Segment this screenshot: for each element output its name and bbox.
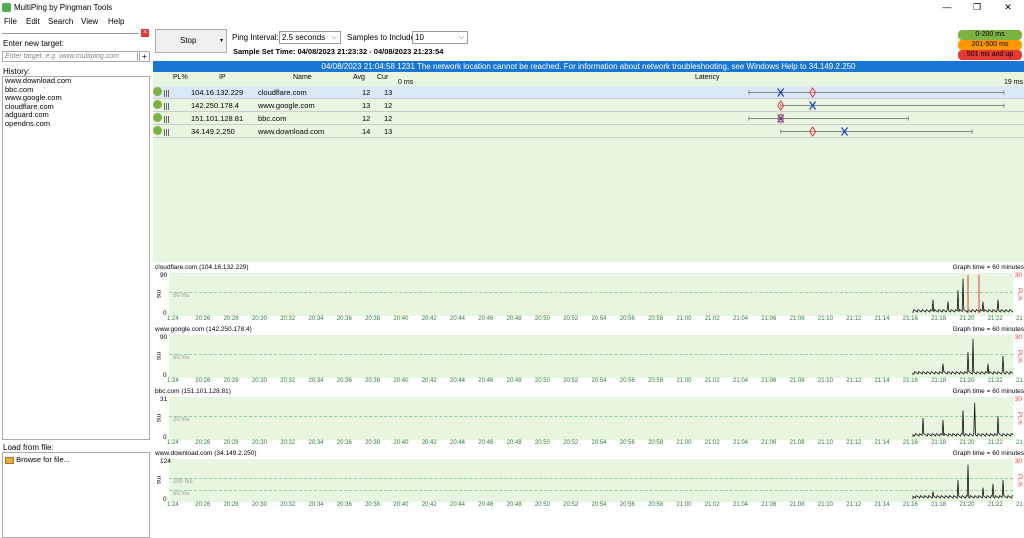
samples-value: 10 [415, 33, 424, 42]
col-latency[interactable]: Latency [695, 74, 720, 81]
table-row[interactable]: 142.250.178.4 www.google.com 13 12 [153, 99, 1024, 112]
window-title: MultiPing by Pingman Tools [14, 3, 113, 12]
samples-select[interactable]: 10 ⌵ [412, 31, 468, 44]
latency-bar [748, 87, 1005, 98]
legend-red: 501 ms and up [958, 50, 1022, 60]
graph-trace [912, 275, 1014, 313]
latency-trace [912, 464, 1014, 499]
close-pane-button[interactable]: × [141, 29, 149, 37]
col-pl[interactable]: PL% [173, 74, 188, 81]
table-row[interactable]: 34.149.2.250 www.download.com 14 13 [153, 125, 1024, 138]
col-ip[interactable]: IP [219, 74, 226, 81]
chevron-down-icon: ⌵ [331, 34, 337, 41]
ping-interval-value: 2.5 seconds [282, 33, 326, 42]
enter-target-label: Enter new target: [3, 39, 64, 48]
legend-red-label: 501 ms and up [966, 51, 1014, 58]
browse-file-item[interactable]: Browse for file... [5, 455, 70, 464]
toolbar: Stop ▾ Ping Interval: 2.5 seconds ⌵ Samp… [153, 28, 1024, 60]
col-name[interactable]: Name [293, 74, 312, 81]
menu-file[interactable]: File [4, 17, 17, 26]
table-header: PL% IP Name Avg Cur Latency 0 ms 19 ms [153, 72, 1024, 86]
latency-max: 19 ms [1004, 79, 1024, 86]
latency-trace [912, 338, 1014, 375]
left-pane: × Enter new target: Enter target, e.g. w… [0, 28, 150, 538]
ping-table: PL% IP Name Avg Cur Latency 0 ms 19 ms 1… [153, 72, 1024, 262]
minimize-button[interactable]: — [940, 2, 954, 12]
graphs-area: cloudflare.com (104.16.132.229) Graph tim… [153, 262, 1024, 512]
table-row[interactable]: 151.101.128.81 bbc.com 12 12 [153, 112, 1024, 125]
menu-view[interactable]: View [81, 17, 98, 26]
latency-min: 0 ms [398, 79, 414, 86]
graph-trace [912, 464, 1014, 499]
add-target-button[interactable]: + [139, 51, 150, 62]
load-file-label: Load from file: [3, 443, 54, 452]
legend-orange-label: 201-500 ms [971, 41, 1009, 48]
chevron-down-icon: ⌵ [458, 34, 464, 41]
menu-bar: File Edit Search View Help [0, 15, 1024, 28]
status-banner: 04/08/2023 21:04:58 1231 The network loc… [153, 61, 1024, 72]
latency-bar [748, 113, 909, 124]
app-icon [2, 3, 11, 12]
history-label: History: [3, 67, 31, 76]
graph-trace [912, 402, 1014, 437]
latency-trace [912, 402, 1014, 437]
samples-label: Samples to Include: [347, 33, 418, 42]
browse-file-label: Browse for file... [16, 455, 70, 464]
history-list[interactable]: www.download.com bbc.com www.google.com … [2, 76, 150, 440]
close-button[interactable]: ✕ [1001, 2, 1015, 13]
graph-trace [912, 338, 1014, 375]
menu-help[interactable]: Help [108, 17, 124, 26]
target-input[interactable]: Enter target, e.g. www.multiping.com [2, 51, 138, 62]
history-item[interactable]: opendns.com [3, 119, 149, 129]
title-bar: MultiPing by Pingman Tools — ❐ ✕ [0, 0, 1024, 15]
latency-graph[interactable]: www.download.com (34.149.2.250) Graph tim… [153, 448, 1024, 510]
table-row[interactable]: 104.16.132.229 cloudflare.com 12 13 [153, 86, 1024, 99]
stop-label: Stop [180, 36, 197, 45]
legend-green-label: 0-200 ms [975, 31, 1005, 38]
legend-green: 0-200 ms [958, 30, 1022, 40]
pane-divider [2, 33, 139, 34]
latency-graph[interactable]: www.google.com (142.250.178.4) Graph time… [153, 324, 1024, 386]
col-cur[interactable]: Cur [377, 74, 388, 81]
latency-graph[interactable]: cloudflare.com (104.16.132.229) Graph tim… [153, 262, 1024, 324]
latency-graph[interactable]: bbc.com (151.101.128.81) Graph time = 60 … [153, 386, 1024, 448]
stop-button[interactable]: Stop ▾ [155, 29, 227, 53]
file-box: Browse for file... [2, 452, 150, 538]
menu-search[interactable]: Search [48, 17, 73, 26]
latency-bar [780, 126, 973, 137]
ping-interval-label: Ping Interval: [232, 33, 279, 42]
restore-button[interactable]: ❐ [970, 2, 984, 13]
col-avg[interactable]: Avg [353, 74, 365, 81]
ping-interval-select[interactable]: 2.5 seconds ⌵ [279, 31, 341, 44]
latency-trace [912, 278, 1014, 313]
folder-icon [5, 456, 14, 464]
dropdown-caret-icon[interactable]: ▾ [220, 30, 223, 52]
latency-bar [777, 100, 1005, 111]
sample-set-time: Sample Set Time: 04/08/2023 21:23:32 - 0… [233, 47, 444, 56]
legend-orange: 201-500 ms [958, 40, 1022, 50]
menu-edit[interactable]: Edit [26, 17, 40, 26]
